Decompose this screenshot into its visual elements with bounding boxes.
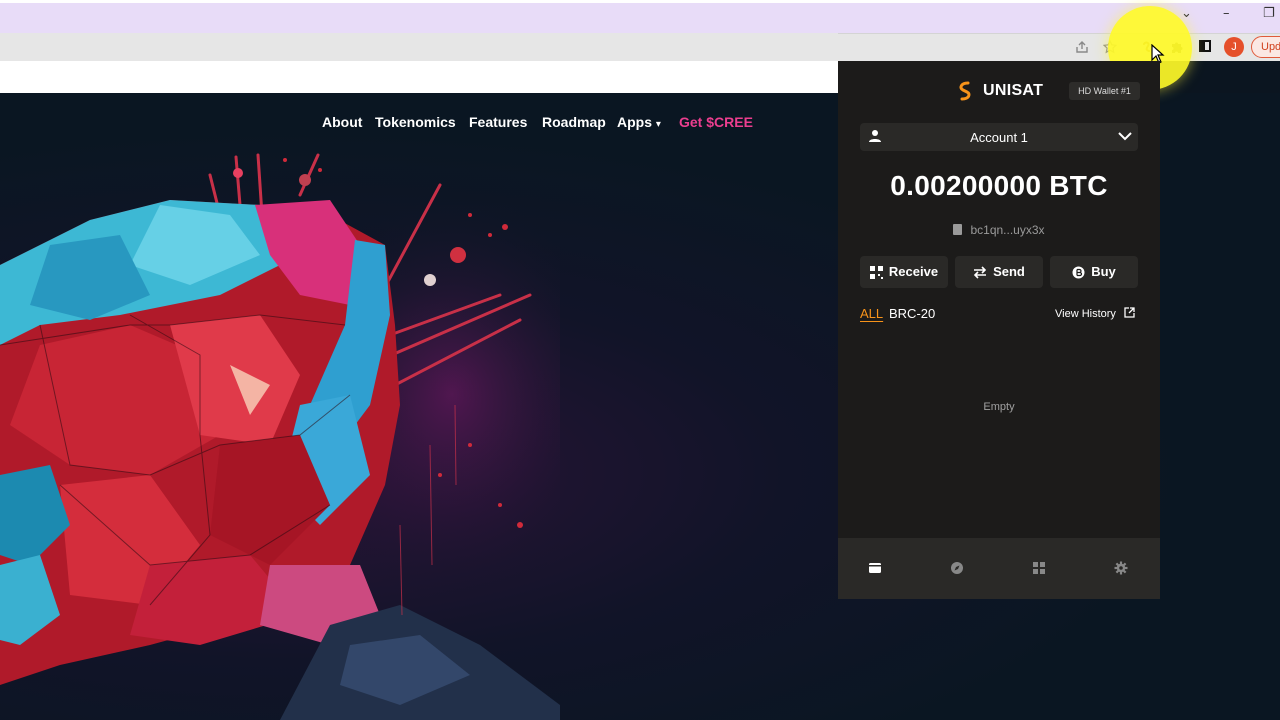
wallet-title: UNISAT [983,82,1044,99]
sidepanel-icon[interactable] [1199,40,1211,52]
chevron-down-icon [1118,132,1132,141]
compass-icon[interactable] [950,561,964,575]
profile-avatar[interactable]: J [1224,37,1244,57]
buy-button[interactable]: Buy [1050,256,1138,288]
wallet-footer-nav [838,538,1160,599]
tab-list-chevron-icon[interactable]: ⌄ [1181,6,1192,21]
apps-grid-icon[interactable] [1032,561,1046,575]
nav-tokenomics[interactable]: Tokenomics [375,114,456,130]
empty-state: Empty [983,401,1015,413]
view-history-label: View History [1055,308,1116,320]
restore-icon[interactable]: ❐ [1263,6,1275,21]
browser-titlebar [0,0,1280,33]
account-name: Account 1 [970,130,1028,145]
wallet-address-text: bc1qn...uyx3x [970,223,1045,237]
view-history-link[interactable]: View History [1055,307,1135,320]
nav-get-cree[interactable]: Get $CREE [679,114,753,130]
qr-code-icon [869,266,883,279]
nav-apps-label: Apps [617,114,652,130]
coin-icon [1072,266,1085,279]
receive-button[interactable]: Receive [860,256,948,288]
hero-robot-artwork [0,153,560,720]
swap-arrows-icon [973,266,987,279]
page-header-strip [0,61,838,93]
send-button[interactable]: Send [955,256,1043,288]
caret-down-icon: ▾ [655,119,661,130]
tab-brc20[interactable]: BRC-20 [889,306,935,321]
copy-icon [953,224,963,235]
nav-apps[interactable]: Apps ▾ [617,114,661,130]
account-selector[interactable]: Account 1 [860,123,1138,151]
address-bar[interactable] [0,33,838,61]
receive-label: Receive [888,264,939,279]
nav-features[interactable]: Features [469,114,527,130]
settings-gear-icon[interactable] [1114,561,1128,575]
wallet-icon[interactable] [868,561,882,575]
btc-balance: 0.00200000 BTC [890,170,1108,201]
unisat-wallet-popup: UNISAT HD Wallet #1 Account 1 0.00200000… [838,61,1160,599]
wallet-header: UNISAT HD Wallet #1 [838,61,1160,119]
share-icon[interactable] [1075,40,1089,54]
wallet-address[interactable]: bc1qn...uyx3x [838,223,1160,237]
nav-about[interactable]: About [322,114,362,130]
update-button[interactable]: Upd [1251,36,1280,58]
buy-label: Buy [1091,264,1116,279]
minimize-icon[interactable]: – [1223,6,1230,21]
tab-all[interactable]: ALL [860,306,883,321]
hd-wallet-badge[interactable]: HD Wallet #1 [1069,82,1140,100]
external-link-icon [1124,307,1135,318]
unisat-logo-icon [959,81,971,101]
nav-roadmap[interactable]: Roadmap [542,114,606,130]
send-label: Send [993,264,1025,279]
